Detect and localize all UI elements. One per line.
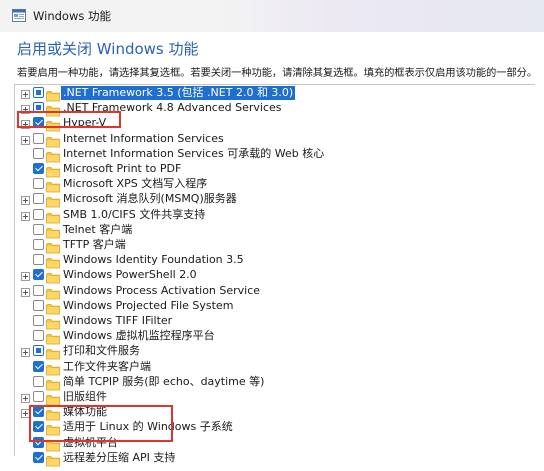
highlight-box-hyperv	[17, 111, 121, 128]
feature-checkbox[interactable]	[33, 178, 44, 190]
feature-row[interactable]: Windows Process Activation Service	[15, 284, 515, 299]
feature-checkbox[interactable]	[33, 269, 44, 281]
feature-label: 工作文件夹客户端	[63, 359, 151, 373]
folder-icon	[46, 269, 60, 284]
feature-row[interactable]: Microsoft XPS 文档写入程序	[15, 177, 515, 193]
feature-row[interactable]: Microsoft Print to PDF	[15, 162, 515, 178]
folder-icon	[46, 300, 60, 315]
feature-label: Internet Information Services 可承载的 Web 核…	[63, 146, 325, 160]
folder-icon	[46, 391, 60, 406]
folder-icon	[46, 239, 60, 254]
folder-icon	[46, 376, 60, 391]
feature-checkbox[interactable]	[33, 451, 44, 463]
feature-row[interactable]: Windows PowerShell 2.0	[15, 268, 515, 284]
expand-icon[interactable]	[21, 348, 30, 358]
feature-label: SMB 1.0/CIFS 文件共享支持	[63, 207, 206, 221]
folder-icon	[46, 209, 60, 223]
feature-row[interactable]: SMB 1.0/CIFS 文件共享支持	[15, 208, 515, 223]
folder-icon	[46, 254, 60, 269]
expand-icon[interactable]	[21, 196, 30, 206]
feature-row[interactable]: 打印和文件服务	[15, 344, 515, 360]
feature-label: Microsoft XPS 文档写入程序	[63, 177, 208, 191]
feature-checkbox[interactable]	[33, 163, 44, 174]
feature-checkbox[interactable]	[33, 132, 44, 144]
feature-checkbox[interactable]	[33, 360, 44, 372]
windows-features-icon	[12, 9, 26, 22]
page-heading: 启用或关闭 Windows 功能	[17, 40, 199, 58]
feature-checkbox[interactable]	[33, 87, 44, 98]
highlight-box-vm-platform	[29, 405, 173, 442]
feature-row[interactable]: Windows TIFF IFilter	[15, 314, 515, 330]
expand-icon[interactable]	[21, 287, 30, 297]
folder-icon	[46, 345, 60, 360]
folder-icon	[46, 148, 60, 163]
feature-label: Microsoft 消息队列(MSMQ)服务器	[63, 192, 237, 206]
expand-icon[interactable]	[21, 394, 30, 403]
feature-row[interactable]: 简单 TCPIP 服务(即 echo、daytime 等)	[15, 374, 515, 391]
feature-label: 打印和文件服务	[63, 344, 140, 358]
feature-label: .NET Framework 3.5 (包括 .NET 2.0 和 3.0)	[61, 86, 296, 100]
feature-label: Windows Projected File System	[63, 298, 234, 312]
expand-icon[interactable]	[21, 272, 30, 282]
folder-icon	[46, 133, 60, 147]
folder-icon	[46, 87, 60, 102]
feature-label: Microsoft Print to PDF	[63, 162, 182, 175]
feature-label: 简单 TCPIP 服务(即 echo、daytime 等)	[63, 374, 265, 388]
feature-checkbox[interactable]	[33, 208, 44, 220]
folder-icon	[46, 285, 60, 299]
expand-icon[interactable]	[21, 211, 30, 221]
feature-label: Windows PowerShell 2.0	[63, 268, 197, 282]
feature-row[interactable]: 远程差分压缩 API 支持	[15, 450, 515, 467]
folder-icon	[46, 452, 60, 467]
folder-icon	[46, 361, 60, 375]
feature-row[interactable]: Microsoft 消息队列(MSMQ)服务器	[15, 192, 515, 208]
feature-row[interactable]: Windows Projected File System	[15, 298, 515, 315]
feature-checkbox[interactable]	[33, 284, 44, 296]
folder-icon	[46, 330, 60, 345]
features-tree[interactable]: .NET Framework 3.5 (包括 .NET 2.0 和 3.0) .N…	[14, 84, 535, 467]
feature-label: Windows TIFF IFilter	[63, 314, 173, 327]
feature-label: 远程差分压缩 API 支持	[63, 450, 176, 464]
feature-row[interactable]: Windows 虚拟机监控程序平台	[15, 329, 515, 345]
folder-icon	[46, 193, 60, 208]
feature-checkbox[interactable]	[33, 345, 44, 357]
feature-row[interactable]: Windows Identity Foundation 3.5	[15, 253, 515, 269]
title-bar: Windows 功能	[0, 0, 544, 32]
feature-label: 旧版组件	[63, 390, 107, 403]
feature-row[interactable]: TFTP 客户端	[15, 238, 515, 254]
feature-row[interactable]: 工作文件夹客户端	[15, 360, 515, 375]
feature-checkbox[interactable]	[33, 254, 44, 266]
feature-row[interactable]: 旧版组件	[15, 390, 515, 406]
feature-checkbox[interactable]	[33, 223, 44, 235]
feature-row[interactable]: Telnet 客户端	[15, 222, 515, 239]
feature-checkbox[interactable]	[33, 391, 44, 402]
feature-checkbox[interactable]	[33, 375, 44, 387]
feature-label: Internet Information Services	[63, 131, 224, 145]
feature-row[interactable]: Internet Information Services 可承载的 Web 核…	[15, 146, 515, 163]
folder-icon	[46, 178, 60, 193]
feature-checkbox[interactable]	[33, 193, 44, 205]
expand-icon[interactable]	[21, 90, 30, 99]
folder-icon	[46, 315, 60, 330]
expand-icon[interactable]	[21, 135, 30, 145]
window-title: Windows 功能	[33, 9, 111, 23]
feature-checkbox[interactable]	[33, 147, 44, 159]
folder-icon	[46, 163, 60, 178]
folder-icon	[46, 224, 60, 239]
feature-label: Telnet 客户端	[63, 222, 133, 236]
feature-checkbox[interactable]	[33, 299, 44, 311]
feature-label: Windows 虚拟机监控程序平台	[63, 329, 215, 343]
feature-row[interactable]: .NET Framework 3.5 (包括 .NET 2.0 和 3.0)	[15, 86, 515, 102]
instructions-text: 若要启用一种功能，请选择其复选框。若要关闭一种功能，请清除其复选框。填充的框表示…	[17, 67, 538, 79]
feature-row[interactable]: Internet Information Services	[15, 132, 515, 147]
feature-label: Windows Identity Foundation 3.5	[63, 253, 244, 267]
feature-label: Windows Process Activation Service	[63, 283, 261, 297]
feature-label: TFTP 客户端	[63, 238, 126, 251]
feature-checkbox[interactable]	[33, 239, 44, 250]
feature-checkbox[interactable]	[33, 330, 44, 342]
feature-checkbox[interactable]	[33, 315, 44, 326]
